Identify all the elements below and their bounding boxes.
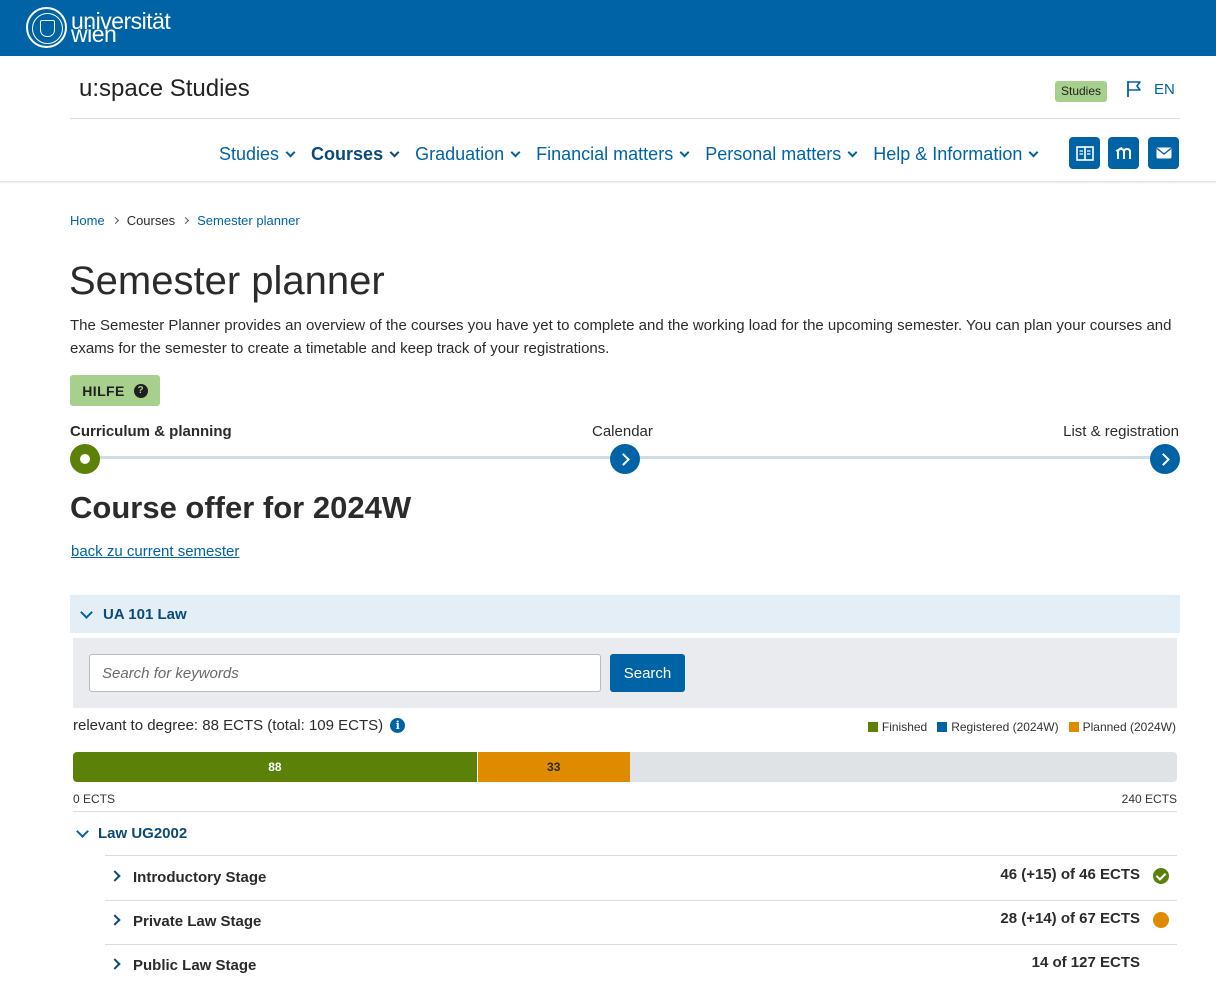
help-button[interactable]: HILFE ?: [70, 375, 160, 406]
site-title[interactable]: u:space Studies: [79, 75, 250, 103]
legend-label: Planned (2024W): [1082, 720, 1176, 734]
planned-status-icon: [1153, 912, 1169, 928]
header-shadow: [0, 181, 1216, 184]
ects-axis-min: 0 ECTS: [73, 792, 116, 806]
chevron-down-icon: [510, 147, 521, 157]
legend-swatch: [867, 722, 878, 732]
university-seal-icon: [26, 7, 67, 48]
step-list-label: List & registration: [1063, 423, 1179, 440]
step-calendar-label: Calendar: [592, 423, 653, 440]
stage-row-private-law[interactable]: Private Law Stage 28 (+14) of 67 ECTS: [105, 900, 1177, 944]
ects-legend: Finished Registered (2024W) Planned (202…: [858, 720, 1176, 734]
stage-ects: 28 (+14) of 67 ECTS: [1000, 910, 1140, 927]
ects-progress-bar: 88 33: [73, 752, 1177, 782]
header-divider: [70, 118, 1180, 119]
legend-label: Registered (2024W): [951, 720, 1059, 734]
step-curriculum-label: Curriculum & planning: [70, 423, 232, 440]
curriculum-label: Law UG2002: [98, 825, 188, 842]
nav-help-information[interactable]: Help & Information: [873, 142, 1039, 166]
search-panel: Search: [73, 638, 1177, 708]
stage-row-public-law[interactable]: Public Law Stage 14 of 127 ECTS: [105, 944, 1177, 988]
info-icon[interactable]: i: [390, 718, 406, 733]
stage-ects: 46 (+15) of 46 ECTS: [1000, 866, 1140, 883]
ects-planned-segment: 33: [477, 752, 630, 782]
chevron-down-icon: [1028, 147, 1039, 157]
book-icon: [1075, 145, 1094, 161]
program-label: UA 101 Law: [103, 605, 187, 623]
main-nav: Studies Courses Graduation Financial mat…: [219, 142, 1054, 166]
chevron-down-icon: [389, 147, 400, 157]
moodle-icon: [1115, 146, 1131, 159]
legend-swatch: [1068, 722, 1079, 732]
nav-studies[interactable]: Studies: [219, 142, 296, 166]
breadcrumb-courses[interactable]: Courses: [127, 213, 175, 228]
back-to-current-semester-link[interactable]: back zu current semester: [71, 543, 239, 560]
chevron-down-icon: [679, 147, 690, 157]
breadcrumb-semester-planner[interactable]: Semester planner: [197, 213, 300, 228]
moodle-button[interactable]: [1108, 137, 1139, 169]
mail-icon: [1156, 147, 1171, 159]
search-button[interactable]: Search: [610, 654, 685, 692]
nav-personal-label: Personal matters: [705, 143, 842, 164]
ects-axis-max: 240 ECTS: [1121, 792, 1177, 806]
stage-ects: 14 of 127 ECTS: [1031, 954, 1140, 971]
nav-financial-label: Financial matters: [536, 143, 674, 164]
chevron-right-icon: [109, 914, 121, 926]
mail-button[interactable]: [1148, 137, 1179, 169]
breadcrumb-home[interactable]: Home: [70, 213, 105, 228]
nav-courses-label: Courses: [311, 143, 384, 164]
legend-finished: Finished: [867, 720, 928, 734]
chevron-right-icon: [182, 216, 190, 225]
stage-name: Public Law Stage: [133, 957, 257, 974]
ects-finished-segment: 88: [73, 752, 478, 782]
relevant-ects-text: relevant to degree: 88 ECTS (total: 109 …: [73, 717, 384, 734]
language-switch[interactable]: EN: [1154, 81, 1175, 98]
legend-registered: Registered (2024W): [937, 720, 1059, 734]
chevron-down-icon: [285, 147, 296, 157]
divider: [73, 811, 1177, 812]
flag-icon[interactable]: [1126, 80, 1142, 98]
page-title: Semester planner: [69, 259, 385, 303]
chevron-down-icon: [847, 147, 858, 157]
keyword-search-input[interactable]: [89, 654, 601, 692]
nav-graduation[interactable]: Graduation: [415, 142, 521, 166]
top-bar: universität wien: [0, 0, 1216, 56]
question-icon: ?: [133, 383, 148, 398]
chevron-right-icon: [111, 216, 119, 225]
logo-text: universität wien: [71, 10, 171, 46]
nav-personal-matters[interactable]: Personal matters: [705, 142, 858, 166]
chevron-right-icon: [109, 870, 121, 882]
nav-graduation-label: Graduation: [415, 143, 505, 164]
legend-planned: Planned (2024W): [1068, 720, 1176, 734]
step-list-button[interactable]: [1150, 444, 1180, 474]
chevron-down-icon: [80, 605, 93, 619]
stage-name: Private Law Stage: [133, 913, 262, 930]
breadcrumb: Home Courses Semester planner: [70, 213, 300, 228]
nav-courses[interactable]: Courses: [311, 142, 400, 166]
step-current-dot: [70, 444, 100, 474]
stage-name: Introductory Stage: [133, 869, 267, 886]
nav-financial-matters[interactable]: Financial matters: [536, 142, 690, 166]
stage-row-introductory[interactable]: Introductory Stage 46 (+15) of 46 ECTS: [105, 856, 1177, 900]
chevron-down-icon: [76, 824, 89, 838]
program-accordion-header[interactable]: UA 101 Law: [70, 595, 1180, 633]
chevron-right-icon: [109, 958, 121, 970]
step-calendar-button[interactable]: [610, 444, 640, 474]
university-logo[interactable]: universität wien: [26, 7, 171, 48]
nav-studies-label: Studies: [219, 143, 280, 164]
relevant-ects-summary: relevant to degree: 88 ECTS (total: 109 …: [73, 717, 406, 734]
page-intro: The Semester Planner provides an overvie…: [70, 317, 1172, 357]
book-button[interactable]: [1069, 137, 1100, 169]
legend-swatch: [937, 722, 948, 732]
completed-check-icon: [1153, 868, 1169, 884]
curriculum-accordion-header[interactable]: Law UG2002: [76, 824, 188, 842]
help-label: HILFE: [82, 382, 125, 399]
studies-badge: Studies: [1055, 81, 1108, 102]
legend-label: Finished: [881, 720, 928, 734]
course-offer-heading: Course offer for 2024W: [70, 490, 412, 525]
nav-help-label: Help & Information: [873, 143, 1023, 164]
